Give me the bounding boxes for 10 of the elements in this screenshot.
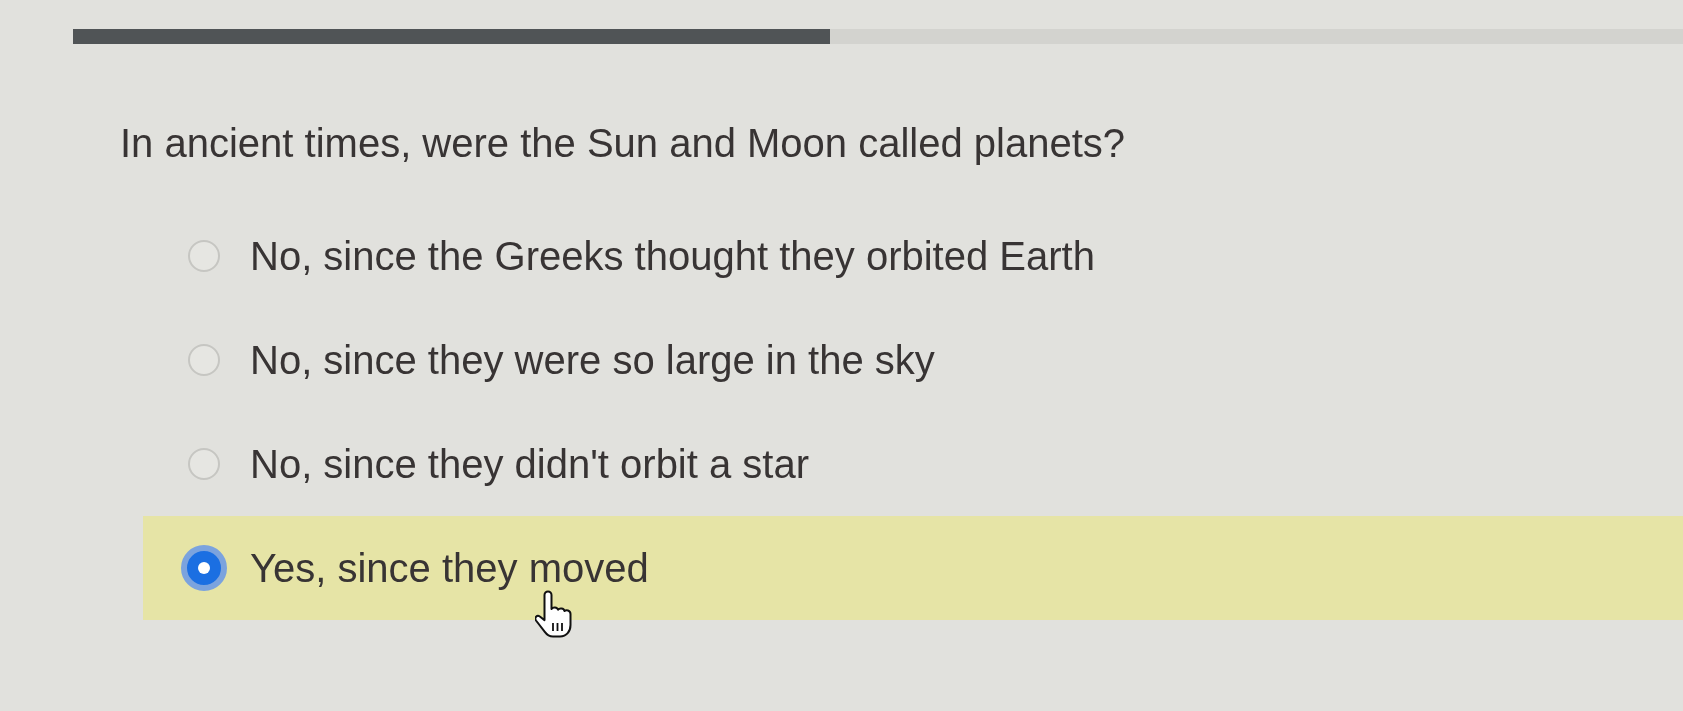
option-label[interactable]: Yes, since they moved [250,545,649,591]
option-label[interactable]: No, since they were so large in the sky [250,337,935,383]
radio-button[interactable] [181,545,227,591]
option-label[interactable]: No, since the Greeks thought they orbited Earth [250,233,1095,279]
radio-button[interactable] [188,344,220,376]
question-text: In ancient times, were the Sun and Moon called planets? [120,120,1126,166]
radio-button[interactable] [188,240,220,272]
radio-button[interactable] [188,448,220,480]
hand-cursor-icon [535,590,575,638]
option-label[interactable]: No, since they didn't orbit a star [250,441,810,487]
